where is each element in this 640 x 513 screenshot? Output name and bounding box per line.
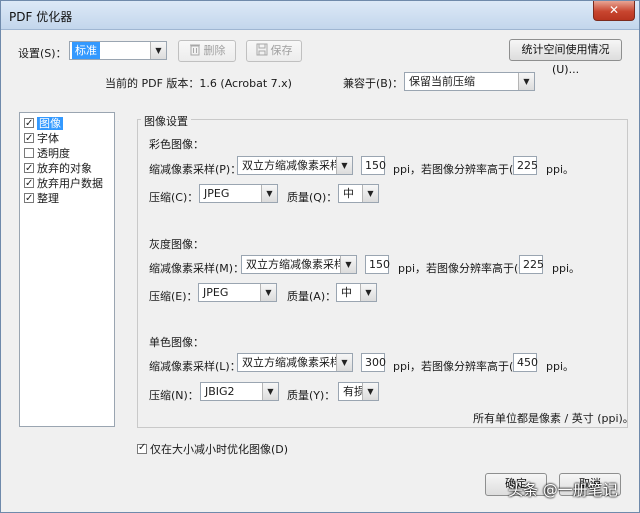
chevron-down-icon: ▼ — [518, 73, 534, 90]
chevron-down-icon: ▼ — [336, 157, 352, 174]
gray-quality-label: 质量(A)： — [287, 290, 337, 303]
color-compression-label: 压缩(C)： — [149, 191, 199, 204]
gray-downsample-label: 缩减像素采样(M)： — [149, 262, 245, 275]
settings-dropdown-value: 标准 — [72, 42, 100, 59]
sidebar-item-images[interactable]: 图像 — [20, 116, 114, 131]
gray-ppi-text: ppi，若图像分辨率高于(O) — [398, 262, 532, 275]
mono-images-heading: 单色图像： — [149, 336, 204, 349]
gray-compression-value: JPEG — [203, 286, 229, 299]
optimize-if-smaller-label: 仅在大小减小时优化图像(D) — [150, 443, 289, 456]
units-note: 所有单位都是像素 / 英寸 (ppi)。 — [473, 412, 634, 425]
gray-ppi-suffix: ppi。 — [552, 262, 581, 275]
chevron-down-icon: ▼ — [362, 383, 378, 400]
mono-compression-value: JBIG2 — [205, 385, 235, 398]
sidebar-fonts-checkbox[interactable] — [24, 131, 34, 146]
chevron-down-icon: ▼ — [362, 185, 378, 202]
gray-quality-value: 中 — [341, 286, 352, 299]
mono-quality-dropdown[interactable]: 有损 ▼ — [338, 382, 379, 401]
chevron-down-icon: ▼ — [336, 354, 352, 371]
mono-ppi-suffix: ppi。 — [546, 360, 575, 373]
sidebar-clean-up-checkbox[interactable] — [24, 191, 34, 206]
mono-ppi-text: ppi，若图像分辨率高于(R) — [393, 360, 526, 373]
sidebar-item-label: 图像 — [37, 117, 63, 130]
sidebar-item-clean-up[interactable]: 整理 — [20, 191, 114, 206]
sidebar-item-discard-objects[interactable]: 放弃的对象 — [20, 161, 114, 176]
color-downsample-dropdown[interactable]: 双立方缩减像素采样至 ▼ — [237, 156, 353, 175]
chevron-down-icon: ▼ — [340, 256, 356, 273]
gray-downsample-dropdown[interactable]: 双立方缩减像素采样至 ▼ — [241, 255, 357, 274]
color-compression-value: JPEG — [204, 187, 230, 200]
compat-dropdown[interactable]: 保留当前压缩 ▼ — [404, 72, 535, 91]
sidebar-item-label: 放弃的对象 — [37, 162, 92, 175]
save-button[interactable]: 保存 — [246, 40, 302, 62]
sidebar-transparency-checkbox[interactable] — [24, 148, 34, 158]
gray-quality-dropdown[interactable]: 中 ▼ — [336, 283, 377, 302]
mono-compression-dropdown[interactable]: JBIG2 ▼ — [200, 382, 279, 401]
mono-compression-label: 压缩(N)： — [149, 389, 199, 402]
optimize-if-smaller-option[interactable]: 仅在大小减小时优化图像(D) — [137, 441, 288, 457]
color-quality-dropdown[interactable]: 中 ▼ — [338, 184, 379, 203]
mono-downsample-label: 缩减像素采样(L)： — [149, 360, 241, 373]
optimize-if-smaller-checkbox[interactable] — [137, 442, 147, 454]
sidebar-images-checkbox[interactable] — [24, 116, 34, 131]
color-downsample-label: 缩减像素采样(P)： — [149, 163, 242, 176]
color-ppi-text: ppi，若图像分辨率高于(F) — [393, 163, 524, 176]
color-quality-label: 质量(Q)： — [287, 191, 338, 204]
sidebar-item-label: 字体 — [37, 132, 59, 145]
close-button[interactable]: ✕ — [593, 1, 635, 21]
delete-button-label: 删除 — [203, 44, 226, 57]
sidebar-item-label: 透明度 — [37, 147, 70, 160]
settings-dropdown[interactable]: 标准 ▼ — [69, 41, 167, 60]
chevron-down-icon: ▼ — [262, 383, 278, 400]
compat-dropdown-value: 保留当前压缩 — [409, 75, 475, 88]
color-images-heading: 彩色图像： — [149, 138, 204, 151]
color-ppi-suffix: ppi。 — [546, 163, 575, 176]
sidebar-discard-user-data-checkbox[interactable] — [24, 176, 34, 191]
trash-icon — [189, 44, 200, 56]
save-button-label: 保存 — [270, 44, 293, 57]
pdf-optimizer-dialog: PDF 优化器 ✕ 设置(S)： 标准 ▼ 删除 保存 统计空间使用情况(U).… — [0, 0, 640, 513]
sidebar-item-transparency[interactable]: 透明度 — [20, 146, 114, 161]
image-settings-title: 图像设置 — [141, 113, 191, 129]
chevron-down-icon: ▼ — [360, 284, 376, 301]
gray-above-input[interactable]: 225 — [519, 255, 544, 274]
watermark-overlay: 头条 @一册笔记 — [508, 481, 618, 499]
sidebar-item-discard-user-data[interactable]: 放弃用户数据 — [20, 176, 114, 191]
color-above-input[interactable]: 225 — [513, 156, 538, 175]
mono-downsample-dropdown[interactable]: 双立方缩减像素采样至 ▼ — [237, 353, 353, 372]
compat-label: 兼容于(B)： — [343, 77, 404, 90]
window-title: PDF 优化器 — [9, 10, 73, 24]
gray-ppi-input[interactable]: 150 — [365, 255, 390, 274]
pdf-version-text: 当前的 PDF 版本：1.6 (Acrobat 7.x) — [105, 77, 292, 90]
gray-images-heading: 灰度图像： — [149, 238, 204, 251]
color-ppi-input[interactable]: 150 — [361, 156, 386, 175]
color-quality-value: 中 — [343, 187, 354, 200]
mono-ppi-input[interactable]: 300 — [361, 353, 386, 372]
mono-above-input[interactable]: 450 — [513, 353, 538, 372]
sidebar-discard-objects-checkbox[interactable] — [24, 161, 34, 176]
title-bar: PDF 优化器 ✕ — [1, 1, 639, 30]
sidebar-item-label: 整理 — [37, 192, 59, 205]
sidebar-item-label: 放弃用户数据 — [37, 177, 103, 190]
mono-quality-label: 质量(Y)： — [287, 389, 336, 402]
audit-space-usage-button[interactable]: 统计空间使用情况(U)... — [509, 39, 622, 76]
chevron-down-icon: ▼ — [261, 185, 277, 202]
chevron-down-icon: ▼ — [150, 42, 166, 59]
optimizer-panel-list: 图像 字体 透明度 放弃的对象 放弃用户数据 整理 — [19, 112, 115, 427]
floppy-disk-icon — [256, 43, 267, 56]
delete-button[interactable]: 删除 — [178, 40, 236, 62]
gray-compression-dropdown[interactable]: JPEG ▼ — [198, 283, 277, 302]
chevron-down-icon: ▼ — [260, 284, 276, 301]
gray-compression-label: 压缩(E)： — [149, 290, 198, 303]
color-compression-dropdown[interactable]: JPEG ▼ — [199, 184, 278, 203]
sidebar-item-fonts[interactable]: 字体 — [20, 131, 114, 146]
settings-label: 设置(S)： — [18, 47, 67, 60]
